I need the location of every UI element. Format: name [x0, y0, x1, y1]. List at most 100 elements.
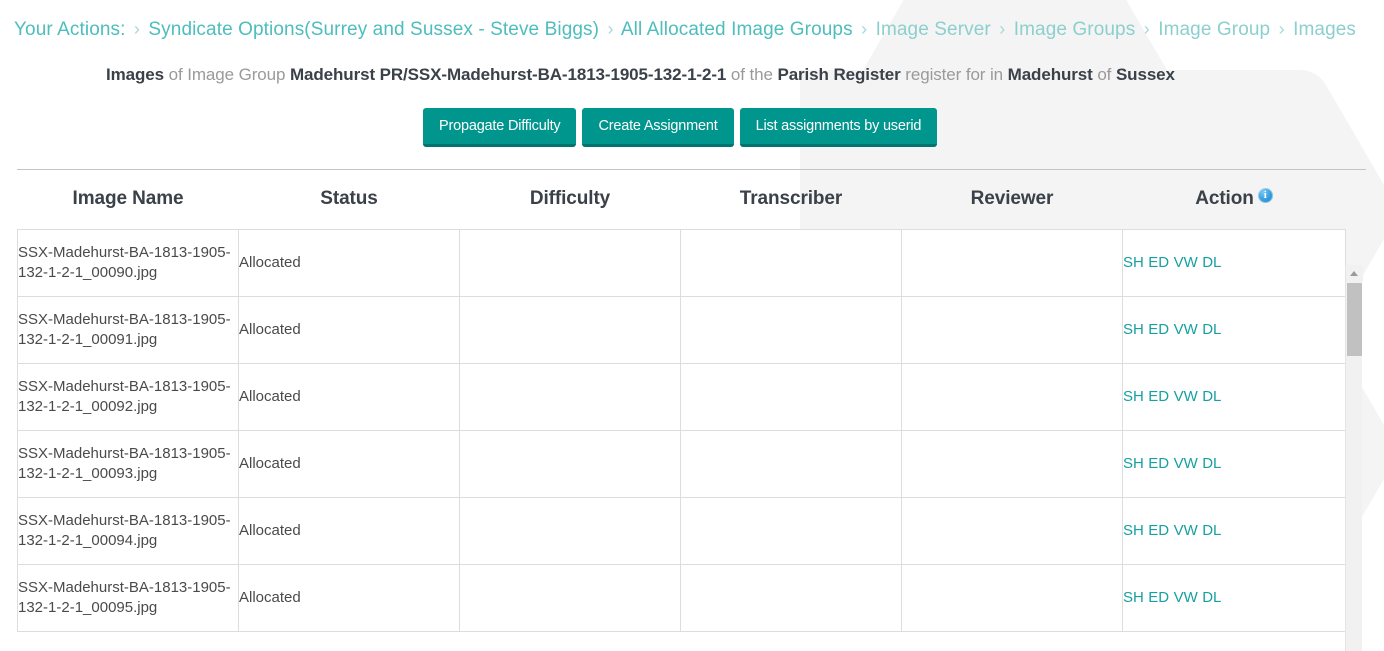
cell-difficulty — [459, 496, 681, 565]
breadcrumb-item-image-server[interactable]: Image Server — [876, 19, 991, 40]
action-link-vw[interactable]: VW — [1174, 388, 1198, 405]
action-link-dl[interactable]: DL — [1202, 522, 1221, 539]
column-header-status[interactable]: Status — [239, 170, 460, 230]
action-link-ed[interactable]: ED — [1148, 321, 1169, 338]
cell-image-name: SSX-Madehurst-BA-1813-1905-132-1-2-1_000… — [17, 563, 239, 632]
cell-difficulty — [459, 429, 681, 498]
action-link-ed[interactable]: ED — [1148, 455, 1169, 472]
breadcrumb-item-images[interactable]: Images — [1293, 19, 1356, 40]
action-link-sh[interactable]: SH — [1123, 254, 1144, 271]
table-scrollbar[interactable] — [1345, 265, 1363, 651]
action-link-vw[interactable]: VW — [1174, 455, 1198, 472]
action-link-dl[interactable]: DL — [1202, 455, 1221, 472]
table-row: SSX-Madehurst-BA-1813-1905-132-1-2-1_000… — [17, 295, 1346, 364]
column-header-action[interactable]: Action — [1123, 170, 1346, 230]
action-link-ed[interactable]: ED — [1148, 589, 1169, 606]
cell-image-name: SSX-Madehurst-BA-1813-1905-132-1-2-1_000… — [17, 496, 239, 565]
cell-transcriber — [680, 295, 902, 364]
cell-action: SH ED VW DL — [1122, 362, 1346, 431]
action-link-vw[interactable]: VW — [1174, 589, 1198, 606]
table-row: SSX-Madehurst-BA-1813-1905-132-1-2-1_000… — [17, 496, 1346, 565]
cell-action: SH ED VW DL — [1122, 563, 1346, 632]
action-link-sh[interactable]: SH — [1123, 455, 1144, 472]
table-row: SSX-Madehurst-BA-1813-1905-132-1-2-1_000… — [17, 228, 1346, 297]
action-link-sh[interactable]: SH — [1123, 388, 1144, 405]
action-link-dl[interactable]: DL — [1202, 321, 1221, 338]
images-page: Your Actions: › Syndicate Options(Surrey… — [0, 0, 1384, 651]
action-link-dl[interactable]: DL — [1202, 589, 1221, 606]
images-table-header-row: Image Name Status Difficulty Transcriber… — [18, 170, 1346, 230]
breadcrumb-separator: › — [607, 19, 614, 39]
page-title-place: Madehurst — [1007, 65, 1093, 84]
chevron-up-icon[interactable] — [1346, 265, 1363, 282]
breadcrumb-label[interactable]: Your Actions: — [14, 19, 126, 40]
page-title-register-type: Parish Register — [777, 65, 901, 84]
breadcrumb-item-image-group[interactable]: Image Group — [1158, 19, 1270, 40]
cell-reviewer — [901, 228, 1123, 297]
page-title-group-name: Madehurst PR/SSX-Madehurst-BA-1813-1905-… — [289, 65, 727, 84]
cell-transcriber — [680, 563, 902, 632]
cell-status: Allocated — [238, 563, 460, 632]
action-link-sh[interactable]: SH — [1123, 522, 1144, 539]
cell-difficulty — [459, 362, 681, 431]
cell-reviewer — [901, 563, 1123, 632]
cell-image-name: SSX-Madehurst-BA-1813-1905-132-1-2-1_000… — [17, 228, 239, 297]
action-link-sh[interactable]: SH — [1123, 321, 1144, 338]
cell-reviewer — [901, 295, 1123, 364]
breadcrumb-separator: › — [1278, 19, 1285, 39]
action-link-sh[interactable]: SH — [1123, 589, 1144, 606]
breadcrumb-separator: › — [861, 19, 868, 39]
cell-reviewer — [901, 429, 1123, 498]
info-icon[interactable] — [1257, 187, 1273, 203]
action-link-vw[interactable]: VW — [1174, 321, 1198, 338]
table-row: SSX-Madehurst-BA-1813-1905-132-1-2-1_000… — [17, 429, 1346, 498]
breadcrumb-item-syndicate-options[interactable]: Syndicate Options(Surrey and Sussex - St… — [148, 19, 599, 40]
table-row: SSX-Madehurst-BA-1813-1905-132-1-2-1_000… — [17, 563, 1346, 632]
images-table-head: Image Name Status Difficulty Transcriber… — [18, 170, 1346, 230]
propagate-difficulty-button[interactable]: Propagate Difficulty — [423, 108, 577, 147]
cell-image-name: SSX-Madehurst-BA-1813-1905-132-1-2-1_000… — [17, 362, 239, 431]
images-table: Image Name Status Difficulty Transcriber… — [17, 170, 1346, 632]
page-title-of-the: of the — [726, 65, 778, 84]
action-link-ed[interactable]: ED — [1148, 388, 1169, 405]
page-title: Images of Image Group Madehurst PR/SSX-M… — [0, 63, 1384, 87]
breadcrumb-separator: › — [1143, 19, 1150, 39]
cell-transcriber — [680, 429, 902, 498]
breadcrumb: Your Actions: › Syndicate Options(Surrey… — [0, 0, 1384, 44]
page-title-images: Images — [106, 65, 164, 84]
action-link-ed[interactable]: ED — [1148, 522, 1169, 539]
images-table-body: SSX-Madehurst-BA-1813-1905-132-1-2-1_000… — [17, 228, 1346, 632]
cell-action: SH ED VW DL — [1122, 496, 1346, 565]
images-table-container: Image Name Status Difficulty Transcriber… — [0, 170, 1384, 632]
column-header-image-name[interactable]: Image Name — [18, 170, 239, 230]
cell-difficulty — [459, 295, 681, 364]
create-assignment-button[interactable]: Create Assignment — [582, 108, 734, 147]
action-link-dl[interactable]: DL — [1202, 388, 1221, 405]
list-assignments-by-userid-button[interactable]: List assignments by userid — [739, 108, 938, 147]
breadcrumb-separator: › — [133, 19, 141, 39]
column-header-action-label: Action — [1195, 187, 1254, 209]
cell-transcriber — [680, 362, 902, 431]
action-link-dl[interactable]: DL — [1202, 254, 1221, 271]
cell-action: SH ED VW DL — [1122, 429, 1346, 498]
column-header-reviewer[interactable]: Reviewer — [902, 170, 1123, 230]
cell-reviewer — [901, 362, 1123, 431]
page-title-of: of — [1092, 65, 1116, 84]
cell-status: Allocated — [238, 362, 460, 431]
cell-image-name: SSX-Madehurst-BA-1813-1905-132-1-2-1_000… — [17, 429, 239, 498]
cell-status: Allocated — [238, 228, 460, 297]
cell-action: SH ED VW DL — [1122, 228, 1346, 297]
cell-status: Allocated — [238, 496, 460, 565]
scrollbar-thumb[interactable] — [1346, 283, 1362, 356]
cell-image-name: SSX-Madehurst-BA-1813-1905-132-1-2-1_000… — [17, 295, 239, 364]
column-header-difficulty[interactable]: Difficulty — [460, 170, 681, 230]
column-header-transcriber[interactable]: Transcriber — [681, 170, 902, 230]
table-row: SSX-Madehurst-BA-1813-1905-132-1-2-1_000… — [17, 362, 1346, 431]
cell-action: SH ED VW DL — [1122, 295, 1346, 364]
page-title-county: Sussex — [1115, 65, 1175, 84]
action-link-vw[interactable]: VW — [1174, 254, 1198, 271]
breadcrumb-item-image-groups[interactable]: Image Groups — [1014, 19, 1136, 40]
action-link-vw[interactable]: VW — [1174, 522, 1198, 539]
breadcrumb-item-all-allocated-image-groups[interactable]: All Allocated Image Groups — [621, 19, 853, 40]
action-link-ed[interactable]: ED — [1148, 254, 1169, 271]
